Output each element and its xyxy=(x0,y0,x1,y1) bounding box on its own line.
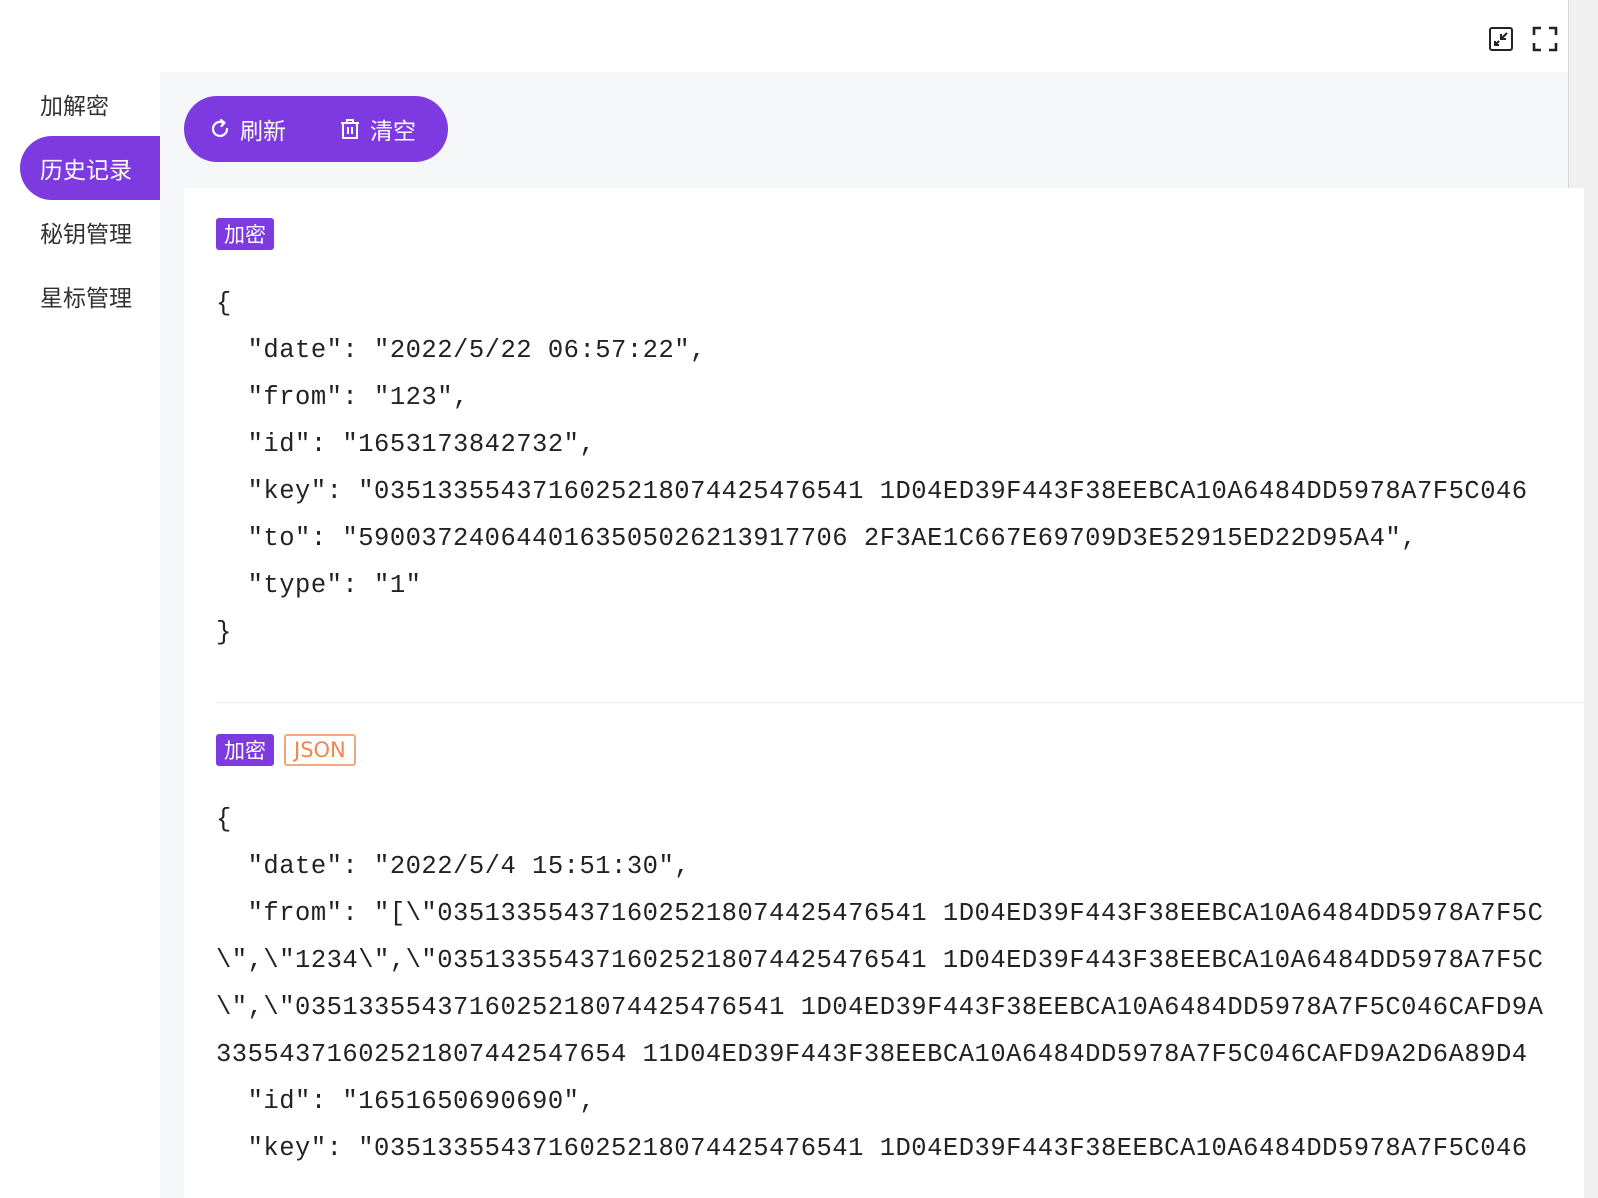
sidebar-item-label: 秘钥管理 xyxy=(40,222,132,248)
refresh-button[interactable]: 刷新 xyxy=(208,112,286,146)
main-panel: 刷新 清空 加密 { "date": "2022/5/22 06:57:22",… xyxy=(160,72,1584,1198)
sidebar-item-label: 加解密 xyxy=(40,94,109,120)
code-line: { xyxy=(216,805,232,834)
code-line: "to": "5900372406440163505026213917706 2… xyxy=(216,524,1417,553)
refresh-icon xyxy=(208,117,232,141)
restore-icon[interactable] xyxy=(1488,26,1514,52)
code-line: \",\"0351335543716025218074425476541 1D0… xyxy=(216,993,1544,1022)
sidebar: 加解密 历史记录 秘钥管理 星标管理 xyxy=(0,72,160,1198)
code-line: "type": "1" xyxy=(216,571,422,600)
refresh-label: 刷新 xyxy=(240,119,286,145)
code-line: "from": "123", xyxy=(216,383,469,412)
code-line: "date": "2022/5/4 15:51:30", xyxy=(216,852,691,881)
code-line: { xyxy=(216,289,232,318)
encrypt-tag: 加密 xyxy=(216,218,274,250)
record-tags: 加密 JSON xyxy=(216,734,1584,766)
code-line: 33554371602521807442547654 11D04ED39F443… xyxy=(216,1040,1528,1069)
json-tag: JSON xyxy=(284,734,356,766)
code-line: } xyxy=(216,618,232,647)
clear-button[interactable]: 清空 xyxy=(338,112,416,146)
sidebar-item-key-management[interactable]: 秘钥管理 xyxy=(20,200,160,264)
history-record[interactable]: 加密 JSON { "date": "2022/5/4 15:51:30", "… xyxy=(216,734,1584,1172)
app-window: 加解密 历史记录 秘钥管理 星标管理 刷新 清空 加密 {"date": "2… xyxy=(0,0,1598,1198)
toolbar: 刷新 清空 xyxy=(184,96,448,162)
encrypt-tag: 加密 xyxy=(216,734,274,766)
trash-icon xyxy=(338,117,362,141)
record-divider xyxy=(216,702,1584,703)
sidebar-item-label: 历史记录 xyxy=(40,158,132,184)
history-record[interactable]: 加密 { "date": "2022/5/22 06:57:22", "from… xyxy=(216,218,1584,656)
sidebar-item-label: 星标管理 xyxy=(40,286,132,312)
code-line: "key": "0351335543716025218074425476541 … xyxy=(216,477,1528,506)
sidebar-item-star-management[interactable]: 星标管理 xyxy=(20,264,160,328)
code-line: \",\"1234\",\"03513355437160252180744254… xyxy=(216,946,1544,975)
sidebar-item-encrypt-decrypt[interactable]: 加解密 xyxy=(20,72,160,136)
code-line: "id": "1651650690690", xyxy=(216,1087,596,1116)
window-controls xyxy=(1488,26,1558,52)
fullscreen-icon[interactable] xyxy=(1532,26,1558,52)
code-line: "key": "0351335543716025218074425476541 … xyxy=(216,1134,1528,1163)
code-line: "id": "1653173842732", xyxy=(216,430,596,459)
record-tags: 加密 xyxy=(216,218,1584,250)
code-line: "date": "2022/5/22 06:57:22", xyxy=(216,336,706,365)
sidebar-item-history[interactable]: 历史记录 xyxy=(20,136,160,200)
history-list: 加密 { "date": "2022/5/22 06:57:22", "from… xyxy=(184,188,1584,1198)
code-line: "from": "[\"0351335543716025218074425476… xyxy=(216,899,1544,928)
clear-label: 清空 xyxy=(370,119,416,145)
